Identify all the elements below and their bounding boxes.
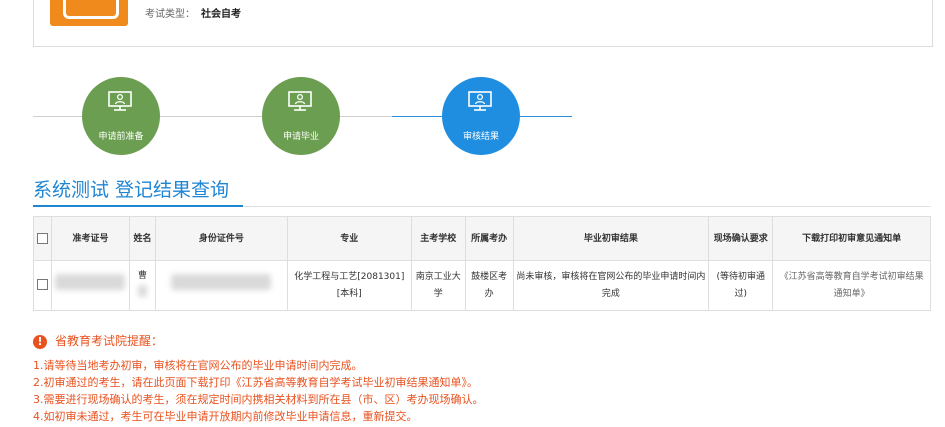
row-select-cell[interactable] [33, 260, 52, 311]
cell-id-no [154, 260, 288, 311]
page-title: 系统测试 登记结果查询 [33, 175, 229, 202]
exam-logo [50, 0, 128, 26]
cell-exam-office: 鼓楼区考办 [464, 260, 514, 311]
monitor-user-icon [108, 91, 132, 111]
cell-admission-no [50, 260, 130, 311]
cell-name-text: 曹 [137, 270, 147, 281]
reminder-list: 1.请等待当地考办初审，审核将在官网公布的毕业申请时间内完成。 2.初审通过的考… [33, 357, 484, 425]
table-header-row: 准考证号 姓名 身份证件号 专业 主考学校 所属考办 毕业初审结果 现场确认要求… [33, 216, 931, 261]
results-table: 准考证号 姓名 身份证件号 专业 主考学校 所属考办 毕业初审结果 现场确认要求… [33, 216, 931, 311]
col-school: 主考学校 [410, 216, 466, 261]
table-row: 曹 化学工程与工艺[2081301][本科] 南京工业大学 鼓楼区考办 尚未审核… [33, 260, 931, 311]
step-prepare[interactable]: 申请前准备 [82, 77, 160, 155]
reminder-title: ! 省教育考试院提醒： [33, 332, 163, 349]
exam-type-value: 社会自考 [201, 9, 241, 20]
download-notice-link[interactable]: 《江苏省高等教育自学考试初审结果通知单》 [780, 272, 924, 299]
cell-onsite: (等待初审通过) [708, 260, 774, 311]
cell-name: 曹 [128, 260, 156, 311]
page-title-main: 系统测试 [33, 179, 110, 201]
exam-info-card: 考试类型： 社会自考 [33, 0, 933, 47]
col-initial-result: 毕业初审结果 [512, 216, 710, 261]
reminder-item: 3.需要进行现场确认的考生，须在规定时间内携相关材料到所在县（市、区）考办现场确… [33, 393, 484, 406]
warning-icon: ! [33, 334, 47, 349]
step-result[interactable]: 审核结果 [442, 77, 520, 155]
select-all-cell[interactable] [33, 216, 52, 261]
redacted-name [137, 284, 147, 297]
reminder-item: 2.初审通过的考生，请在此页面下载打印《江苏省高等教育自学考试毕业初审结果通知单… [33, 376, 478, 389]
step-label: 审核结果 [462, 132, 499, 142]
monitor-user-icon [468, 91, 492, 111]
col-name: 姓名 [128, 216, 156, 261]
step-label: 申请前准备 [98, 132, 144, 142]
col-major: 专业 [286, 216, 412, 261]
reminder-item: 1.请等待当地考办初审，审核将在官网公布的毕业申请时间内完成。 [33, 359, 363, 372]
col-exam-office: 所属考办 [464, 216, 514, 261]
monitor-user-icon [288, 91, 312, 111]
cell-initial-result: 尚未审核，审核将在官网公布的毕业申请时间内完成 [512, 260, 710, 311]
select-all-checkbox[interactable] [36, 232, 48, 244]
step-label: 申请毕业 [282, 132, 319, 142]
redacted-id-no [171, 274, 272, 290]
col-admission-no: 准考证号 [50, 216, 130, 261]
col-onsite: 现场确认要求 [708, 216, 774, 261]
col-download: 下载打印初审意见通知单 [772, 216, 931, 261]
page-title-sub: 登记结果查询 [115, 179, 230, 201]
reminder-item: 4.如初审未通过，考生可在毕业申请开放期内前修改毕业申请信息，重新提交。 [33, 410, 418, 423]
cell-download[interactable]: 《江苏省高等教育自学考试初审结果通知单》 [772, 260, 931, 311]
redacted-admission-no [55, 274, 126, 290]
step-apply[interactable]: 申请毕业 [262, 77, 340, 155]
row-checkbox[interactable] [36, 279, 48, 290]
title-underline [33, 205, 243, 207]
exam-type-label: 考试类型： [145, 9, 195, 20]
cell-school: 南京工业大学 [410, 260, 466, 311]
reminder-title-text: 省教育考试院提醒： [55, 334, 164, 348]
col-id-no: 身份证件号 [154, 216, 288, 261]
exam-type: 考试类型： 社会自考 [145, 5, 241, 20]
cell-major: 化学工程与工艺[2081301][本科] [286, 260, 412, 311]
